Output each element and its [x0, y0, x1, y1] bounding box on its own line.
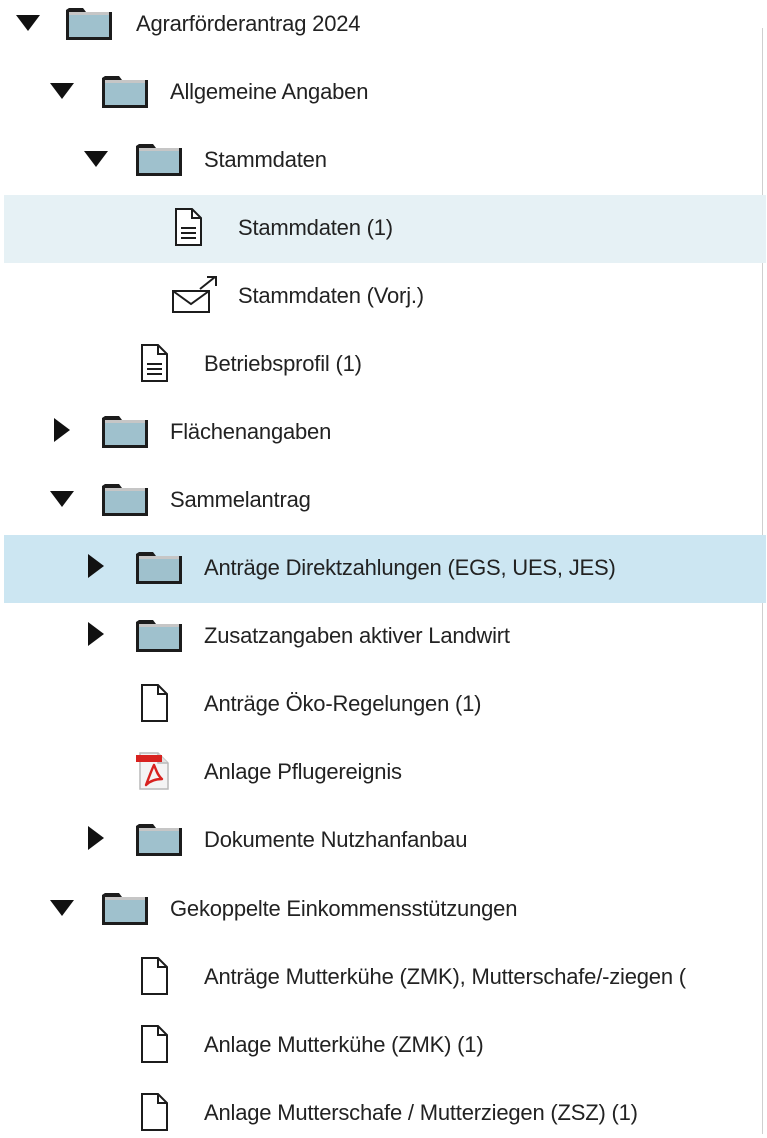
tree-item-label: Flächenangaben [170, 419, 332, 444]
collapse-toggle-icon[interactable] [84, 826, 108, 850]
document-lines-icon [134, 343, 174, 383]
expand-toggle-icon[interactable] [50, 78, 74, 102]
tree-item-label: Anträge Direktzahlungen (EGS, UES, JES) [204, 555, 616, 580]
tree-item-stammdaten-1[interactable]: Stammdaten (1) [4, 195, 766, 263]
tree-item-label: Anlage Pflugereignis [204, 759, 402, 784]
collapse-toggle-icon[interactable] [84, 554, 108, 578]
document-blank-icon [134, 683, 174, 723]
tree-item-allgemeine-angaben[interactable]: Allgemeine Angaben [4, 59, 766, 127]
tree-item-label: Betriebsprofil (1) [204, 351, 362, 376]
tree-item-dokumente-nutzhanfanbau[interactable]: Dokumente Nutzhanfanbau [4, 807, 766, 875]
tree-item-betriebsprofil[interactable]: Betriebsprofil (1) [4, 331, 766, 399]
tree-item-antraege-direktzahlungen[interactable]: Anträge Direktzahlungen (EGS, UES, JES) [4, 535, 766, 603]
tree-item-gekoppelte-einkommensstuetzungen[interactable]: Gekoppelte Einkommensstützungen [4, 876, 766, 944]
tree-item-label: Zusatzangaben aktiver Landwirt [204, 623, 510, 648]
tree-item-anlage-pflugereignis[interactable]: Anlage Pflugereignis [4, 739, 766, 807]
folder-icon [134, 547, 184, 587]
tree-item-zusatzangaben-aktiver-landwirt[interactable]: Zusatzangaben aktiver Landwirt [4, 603, 766, 671]
tree-item-stammdaten-vorj[interactable]: Stammdaten (Vorj.) [4, 263, 766, 331]
tree-item-label: Gekoppelte Einkommensstützungen [170, 896, 518, 921]
tree-item-antraege-oeko-regelungen[interactable]: Anträge Öko-Regelungen (1) [4, 671, 766, 739]
tree-item-label: Anträge Mutterkühe (ZMK), Mutterschafe/-… [204, 964, 686, 989]
tree-item-label: Anlage Mutterkühe (ZMK) (1) [204, 1032, 484, 1057]
tree-item-label: Stammdaten [204, 147, 327, 172]
folder-icon [134, 819, 184, 859]
document-lines-icon [168, 207, 208, 247]
folder-icon [100, 479, 150, 519]
collapse-toggle-icon[interactable] [50, 418, 74, 442]
tree-item-label: Stammdaten (Vorj.) [238, 283, 424, 308]
collapse-toggle-icon[interactable] [84, 622, 108, 646]
folder-icon [64, 3, 114, 43]
folder-icon [100, 888, 150, 928]
folder-icon [100, 411, 150, 451]
document-blank-icon [134, 956, 174, 996]
tree-item-sammelantrag[interactable]: Sammelantrag [4, 467, 766, 535]
expand-toggle-icon[interactable] [50, 895, 74, 919]
envelope-arrow-icon [170, 275, 220, 315]
pdf-icon [134, 751, 174, 791]
tree-item-label: Dokumente Nutzhanfanbau [204, 827, 468, 852]
tree-item-label: Agrarförderantrag 2024 [136, 11, 361, 36]
folder-icon [100, 71, 150, 111]
tree-item-agrarfoerderantrag-2024[interactable]: Agrarförderantrag 2024 [4, 0, 766, 59]
tree-item-stammdaten[interactable]: Stammdaten [4, 127, 766, 195]
tree-item-anlage-mutterkuehe[interactable]: Anlage Mutterkühe (ZMK) (1) [4, 1012, 766, 1080]
expand-toggle-icon[interactable] [16, 10, 40, 34]
folder-icon [134, 139, 184, 179]
tree-item-label: Allgemeine Angaben [170, 79, 369, 104]
tree-item-label: Sammelantrag [170, 487, 311, 512]
tree-item-flaechenangaben[interactable]: Flächenangaben [4, 399, 766, 467]
folder-icon [134, 615, 184, 655]
tree-item-anlage-mutterschafe[interactable]: Anlage Mutterschafe / Mutterziegen (ZSZ)… [4, 1080, 766, 1134]
document-blank-icon [134, 1024, 174, 1064]
tree-item-label: Stammdaten (1) [238, 215, 393, 240]
tree-item-antraege-mutterkuehe[interactable]: Anträge Mutterkühe (ZMK), Mutterschafe/-… [4, 944, 766, 1012]
expand-toggle-icon[interactable] [84, 146, 108, 170]
tree-item-label: Anlage Mutterschafe / Mutterziegen (ZSZ)… [204, 1100, 638, 1125]
document-blank-icon [134, 1092, 174, 1132]
expand-toggle-icon[interactable] [50, 486, 74, 510]
tree-item-label: Anträge Öko-Regelungen (1) [204, 691, 482, 716]
